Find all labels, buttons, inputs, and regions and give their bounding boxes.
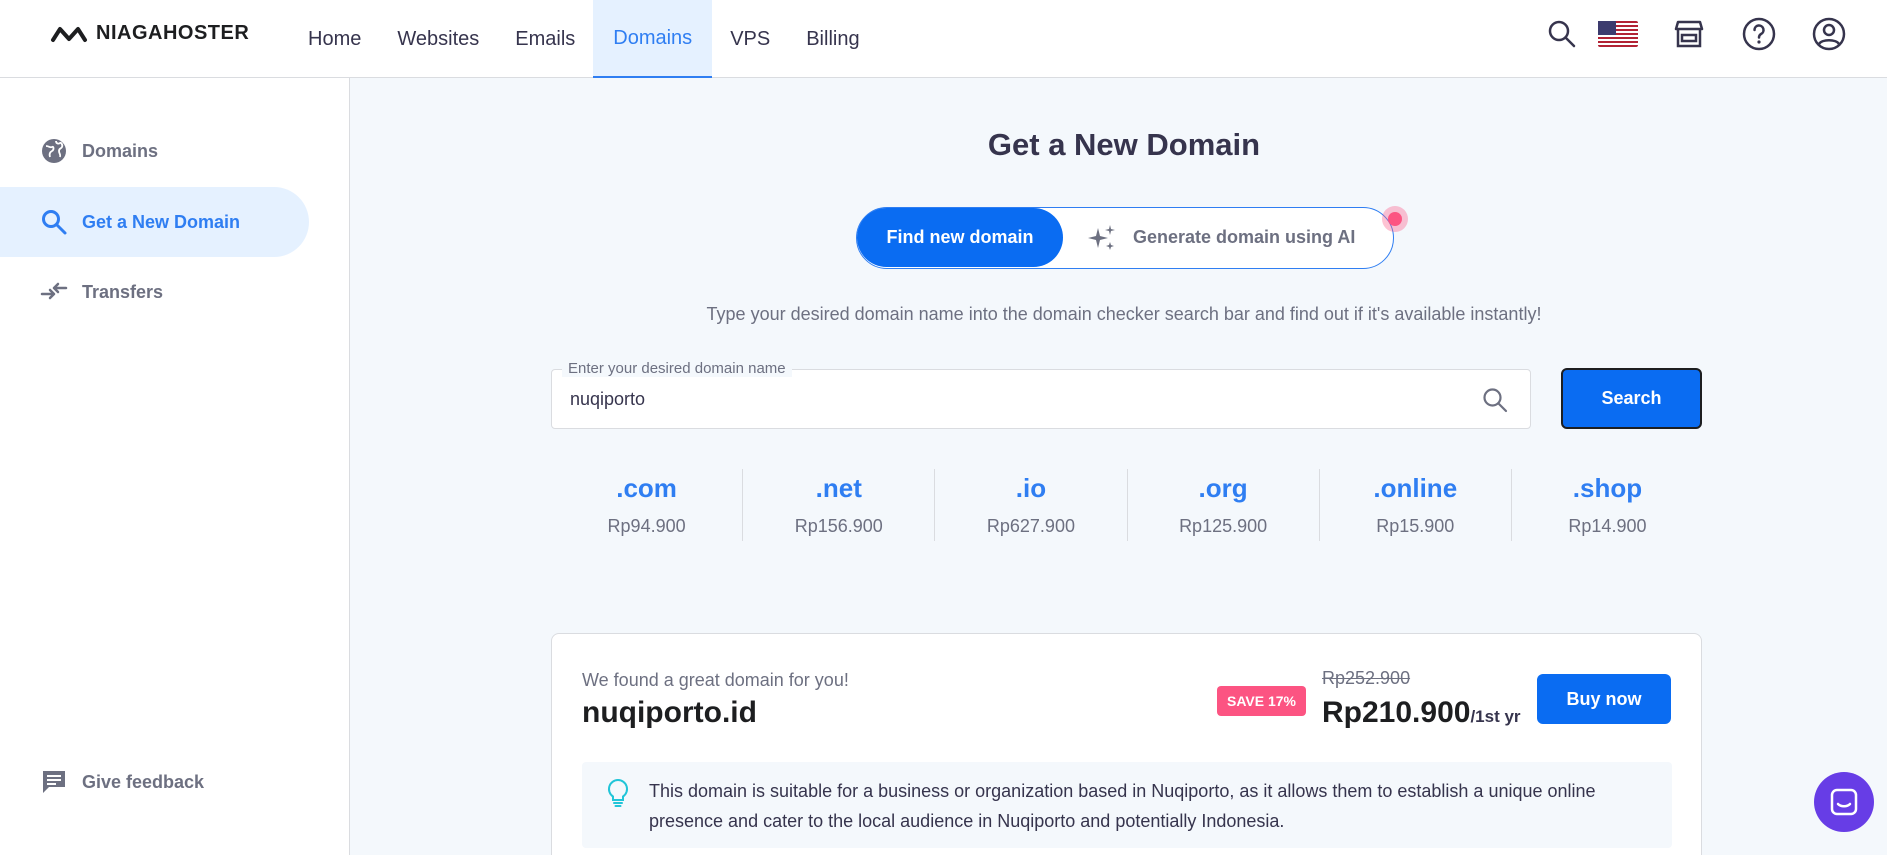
price-value: Rp210.900 — [1322, 696, 1471, 729]
transfer-icon — [40, 282, 68, 300]
search-icon[interactable] — [1542, 14, 1582, 54]
sidebar-item-label: Domains — [82, 140, 159, 161]
result-heading: We found a great domain for you! — [582, 670, 849, 690]
domain-suggestion-tip: This domain is suitable for a business o… — [582, 762, 1672, 848]
tld-name: .com — [616, 473, 677, 503]
top-navigation: NIAGAHOSTER Home Websites Emails Domains… — [0, 0, 1887, 78]
globe-icon — [42, 139, 66, 163]
tld-item-io[interactable]: .io Rp627.900 — [935, 469, 1128, 541]
tld-price: Rp125.900 — [1179, 516, 1268, 536]
discount-badge: SAVE 17% — [1217, 686, 1306, 716]
generate-ai-tab[interactable]: Generate domain using AI — [1087, 208, 1355, 267]
tld-price: Rp94.900 — [607, 516, 686, 536]
main-content: Get a New Domain Find new domain Generat… — [351, 79, 1887, 855]
search-icon[interactable] — [1482, 387, 1508, 413]
search-description: Type your desired domain name into the d… — [706, 304, 1542, 324]
tld-item-net[interactable]: .net Rp156.900 — [743, 469, 936, 541]
tld-item-shop[interactable]: .shop Rp14.900 — [1512, 469, 1703, 541]
sidebar-item-transfers[interactable]: Transfers — [0, 257, 309, 327]
search-button[interactable]: Search — [1561, 368, 1702, 429]
result-domain-name: nuqiporto.id — [582, 696, 757, 729]
tld-price: Rp15.900 — [1376, 516, 1455, 536]
tld-price: Rp156.900 — [794, 516, 883, 536]
tip-text: This domain is suitable for a business o… — [649, 781, 1596, 831]
search-icon — [42, 210, 67, 235]
tld-price-list: .com Rp94.900 .net Rp156.900 .io Rp627.9… — [551, 469, 1703, 541]
tld-name: .org — [1198, 473, 1248, 503]
tld-price: Rp627.900 — [986, 516, 1075, 536]
domain-result-card: We found a great domain for you! nuqipor… — [551, 633, 1702, 855]
search-mode-toggle: Find new domain Generate domain using AI — [856, 206, 1408, 269]
lightbulb-icon — [607, 778, 629, 807]
sparkle-icon — [1088, 224, 1115, 250]
store-icon[interactable] — [1669, 14, 1709, 54]
main-nav: Home Websites Emails Domains VPS Billing — [290, 0, 878, 78]
tld-price: Rp14.900 — [1568, 516, 1647, 536]
tld-item-com[interactable]: .com Rp94.900 — [551, 469, 744, 541]
original-price: Rp252.900 — [1322, 668, 1411, 688]
chat-support-button[interactable] — [1814, 772, 1874, 832]
logo-text: NIAGAHOSTER — [96, 22, 250, 44]
sidebar-item-get-new-domain[interactable]: Get a New Domain — [0, 187, 309, 257]
nav-billing[interactable]: Billing — [788, 0, 877, 78]
tld-name: .shop — [1572, 473, 1643, 503]
us-flag-icon[interactable] — [1598, 14, 1638, 54]
sidebar-item-label: Get a New Domain — [82, 211, 241, 232]
tld-name: .net — [815, 473, 862, 503]
nav-domains[interactable]: Domains — [593, 0, 713, 78]
nav-emails[interactable]: Emails — [497, 0, 593, 78]
nav-home[interactable]: Home — [290, 0, 379, 78]
niagahoster-logo-icon — [51, 26, 87, 42]
find-new-domain-tab[interactable]: Find new domain — [857, 208, 1063, 267]
buy-now-button[interactable]: Buy now — [1537, 674, 1671, 724]
account-icon[interactable] — [1809, 14, 1849, 54]
give-feedback-button[interactable]: Give feedback — [0, 747, 309, 817]
discounted-price: Rp210.900/1st yr — [1322, 696, 1521, 730]
tld-name: .io — [1015, 473, 1047, 503]
page-title: Get a New Domain — [987, 127, 1261, 162]
feedback-icon — [43, 771, 65, 793]
new-feature-dot — [1382, 206, 1408, 232]
logo[interactable]: NIAGAHOSTER — [50, 22, 249, 45]
tld-item-org[interactable]: .org Rp125.900 — [1128, 469, 1320, 541]
price-period: /1st yr — [1470, 707, 1521, 726]
sidebar: Domains Get a New Domain Transfers Give … — [0, 78, 350, 855]
help-icon[interactable] — [1739, 14, 1779, 54]
domain-search-input[interactable] — [570, 370, 1450, 428]
domain-search-field: Enter your desired domain name — [551, 360, 1531, 429]
sidebar-item-label: Transfers — [82, 281, 164, 302]
generate-ai-label: Generate domain using AI — [1133, 227, 1356, 247]
tld-name: .online — [1373, 473, 1458, 503]
chat-icon — [1830, 788, 1858, 816]
sidebar-item-domains[interactable]: Domains — [0, 116, 309, 186]
tld-item-online[interactable]: .online Rp15.900 — [1320, 469, 1512, 541]
give-feedback-label: Give feedback — [82, 771, 205, 792]
nav-websites[interactable]: Websites — [379, 0, 497, 78]
nav-vps[interactable]: VPS — [712, 0, 788, 78]
